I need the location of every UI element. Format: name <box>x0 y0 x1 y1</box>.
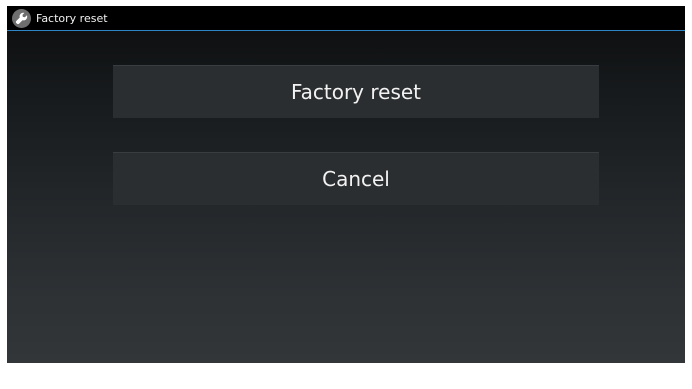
cancel-button[interactable]: Cancel <box>113 152 599 205</box>
factory-reset-screen: Factory reset Factory reset Cancel <box>7 6 685 363</box>
factory-reset-button[interactable]: Factory reset <box>113 65 599 118</box>
window-title: Factory reset <box>36 12 108 25</box>
wrench-icon <box>12 9 31 28</box>
title-bar: Factory reset <box>7 6 685 31</box>
